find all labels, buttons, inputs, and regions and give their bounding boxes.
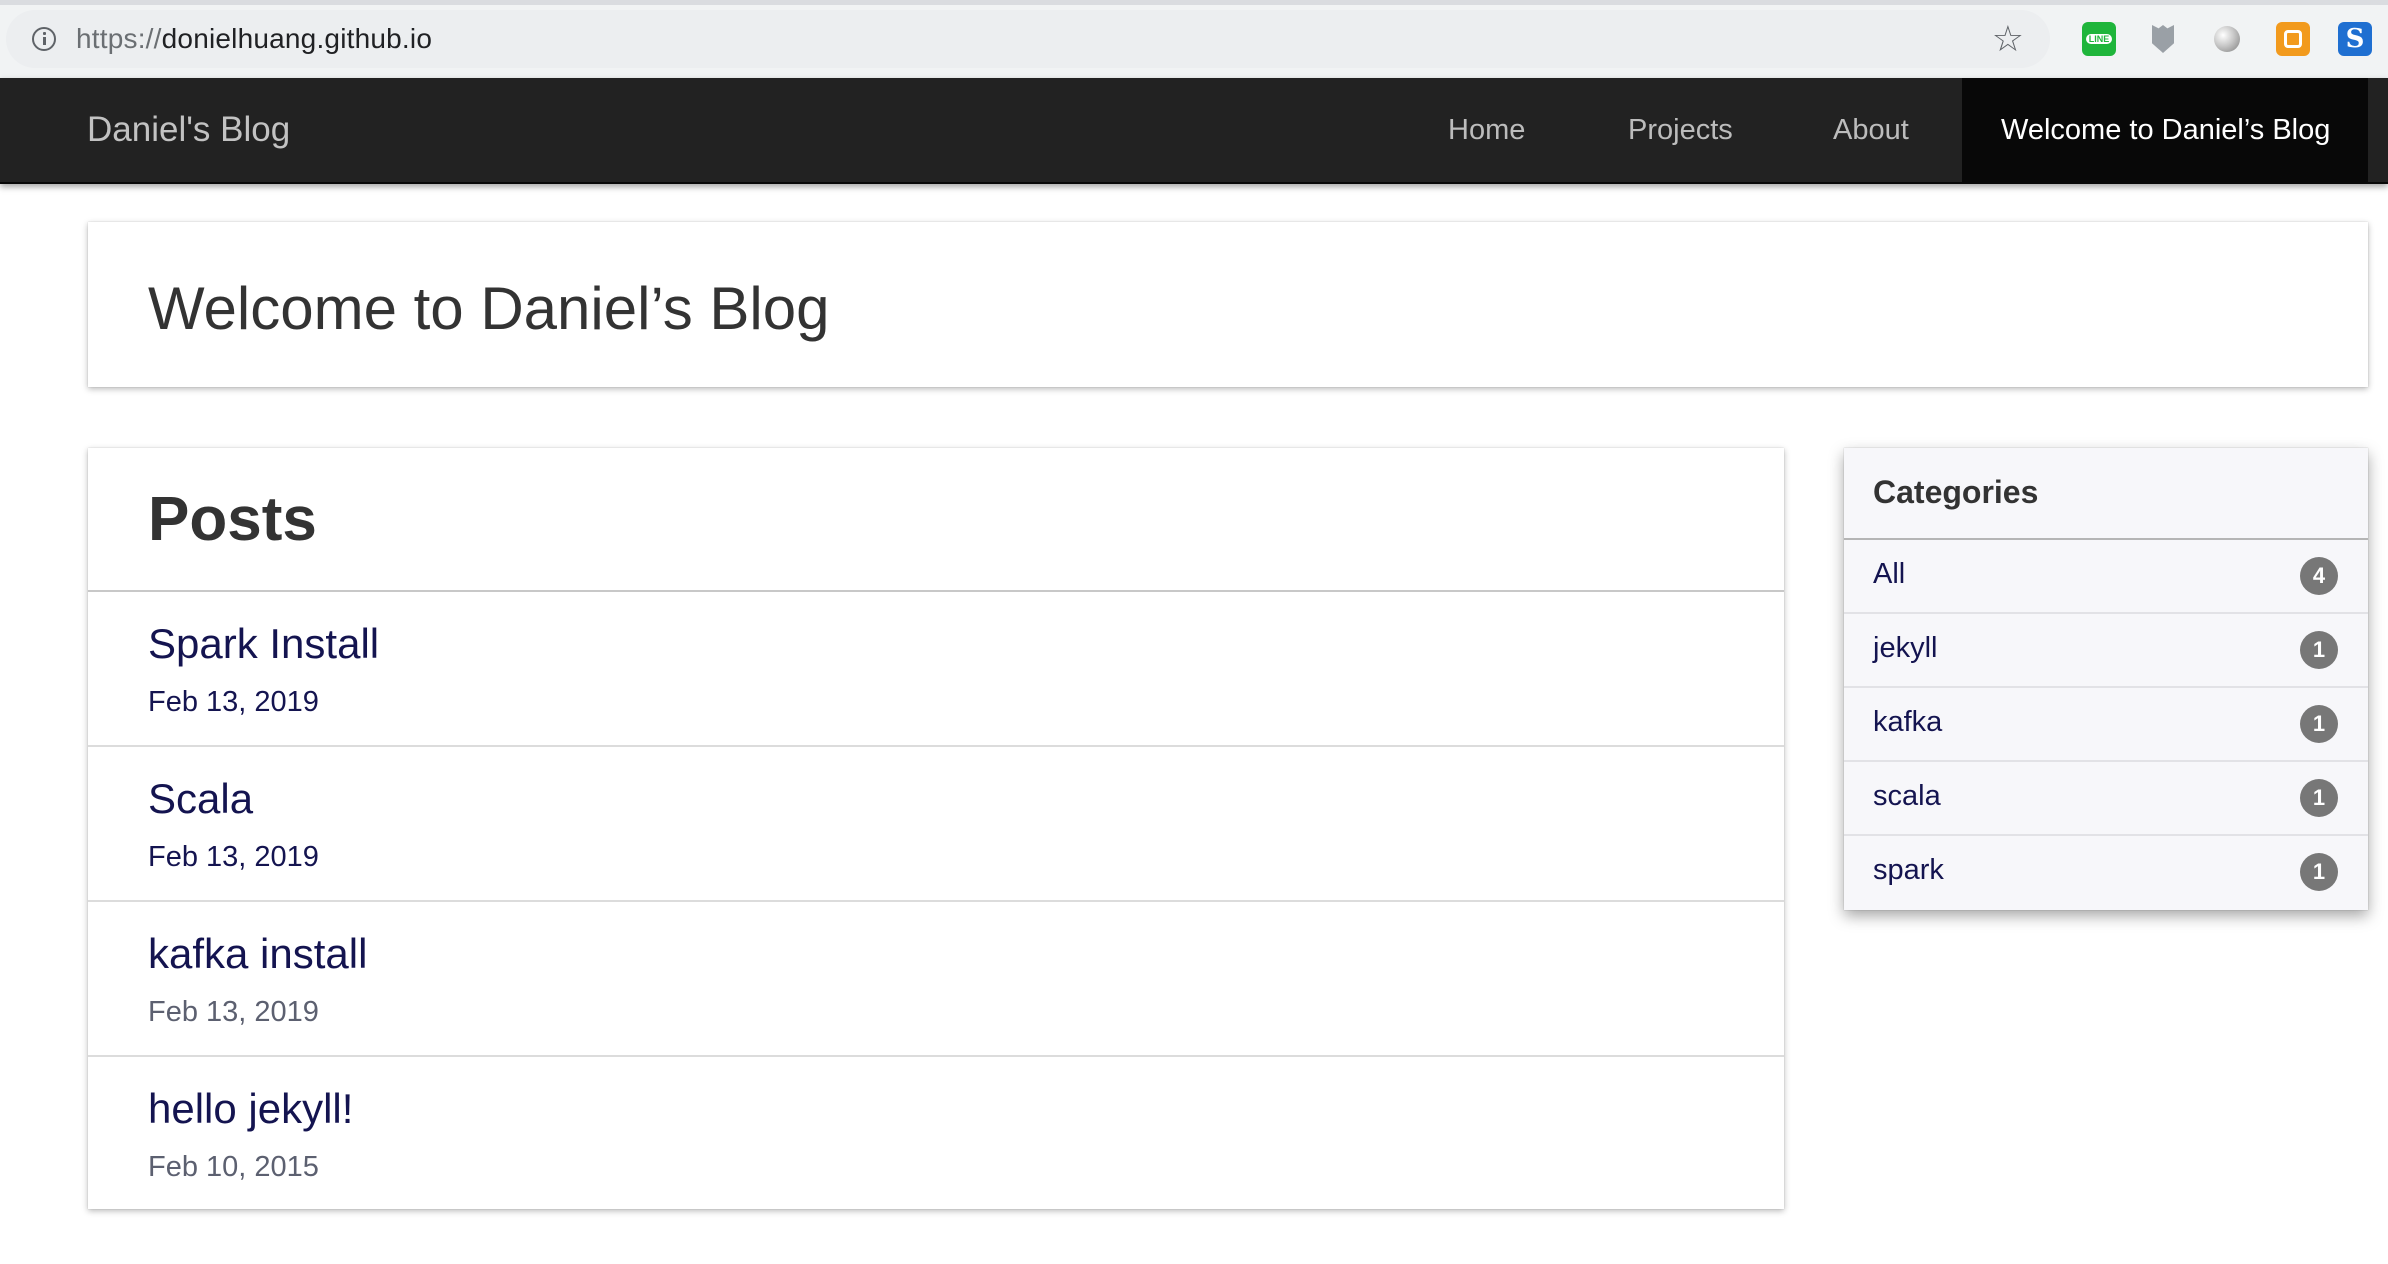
- categories-heading: Categories: [1873, 474, 2039, 510]
- post-date: Feb 13, 2019: [148, 841, 319, 873]
- site-info-icon[interactable]: [32, 27, 56, 51]
- line-extension-icon[interactable]: LINE: [2082, 22, 2116, 56]
- categories-header: Categories: [1844, 448, 2368, 540]
- bookmark-star-icon[interactable]: ☆: [1992, 21, 2024, 57]
- category-item-jekyll[interactable]: jekyll 1: [1844, 614, 2368, 688]
- category-label: All: [1873, 558, 1906, 590]
- post-list-item: Scala Feb 13, 2019: [88, 747, 1784, 902]
- post-title-link[interactable]: hello jekyll!: [148, 1085, 353, 1133]
- post-title-link[interactable]: Scala: [148, 775, 253, 823]
- url-scheme: https://: [76, 23, 162, 54]
- page-title: Welcome to Daniel’s Blog: [148, 275, 830, 342]
- site-navbar: Daniel's Blog Home Projects About Welcom…: [0, 78, 2388, 184]
- category-label: kafka: [1873, 706, 1943, 738]
- post-date: Feb 10, 2015: [148, 1151, 319, 1183]
- posts-header: Posts: [88, 448, 1784, 592]
- category-item-scala[interactable]: scala 1: [1844, 762, 2368, 836]
- shield-extension-icon[interactable]: [2146, 22, 2180, 56]
- category-label: spark: [1873, 854, 1944, 886]
- post-title-link[interactable]: Spark Install: [148, 620, 379, 668]
- posts-panel: Posts Spark Install Feb 13, 2019 Scala F…: [88, 448, 1784, 1209]
- nav-about-link[interactable]: About: [1833, 78, 1909, 182]
- category-count-badge: 1: [2300, 853, 2338, 891]
- s-extension-icon[interactable]: S: [2338, 22, 2372, 56]
- category-item-kafka[interactable]: kafka 1: [1844, 688, 2368, 762]
- category-count-badge: 1: [2300, 779, 2338, 817]
- post-title-link[interactable]: kafka install: [148, 930, 367, 978]
- orange-extension-icon[interactable]: [2276, 22, 2310, 56]
- url-host: donielhuang.github.io: [161, 23, 433, 54]
- post-date: Feb 13, 2019: [148, 686, 319, 718]
- category-count-badge: 4: [2300, 557, 2338, 595]
- tab-strip-edge: [0, 0, 2388, 5]
- browser-toolbar: https://donielhuang.github.io ☆ LINE S: [0, 0, 2388, 78]
- category-item-spark[interactable]: spark 1: [1844, 836, 2368, 908]
- navbar-brand-link[interactable]: Daniel's Blog: [87, 78, 290, 182]
- post-list-item: kafka install Feb 13, 2019: [88, 902, 1784, 1057]
- posts-heading: Posts: [148, 485, 317, 554]
- category-label: jekyll: [1873, 632, 1938, 664]
- post-date: Feb 13, 2019: [148, 996, 319, 1028]
- welcome-panel: Welcome to Daniel’s Blog: [88, 222, 2368, 387]
- nav-welcome-link-active[interactable]: Welcome to Daniel’s Blog: [1962, 78, 2368, 182]
- nav-projects-link[interactable]: Projects: [1628, 78, 1733, 182]
- sphere-extension-icon[interactable]: [2210, 22, 2244, 56]
- category-count-badge: 1: [2300, 631, 2338, 669]
- url-text[interactable]: https://donielhuang.github.io: [76, 23, 432, 55]
- post-list-item: hello jekyll! Feb 10, 2015: [88, 1057, 1784, 1210]
- nav-home-link[interactable]: Home: [1448, 78, 1525, 182]
- category-label: scala: [1873, 780, 1941, 812]
- nav-welcome-label: Welcome to Daniel’s Blog: [2001, 114, 2331, 146]
- category-item-all[interactable]: All 4: [1844, 540, 2368, 614]
- category-count-badge: 1: [2300, 705, 2338, 743]
- post-list-item: Spark Install Feb 13, 2019: [88, 592, 1784, 747]
- address-bar[interactable]: https://donielhuang.github.io ☆: [6, 10, 2050, 68]
- categories-panel: Categories All 4 jekyll 1 kafka 1 scala …: [1844, 448, 2368, 910]
